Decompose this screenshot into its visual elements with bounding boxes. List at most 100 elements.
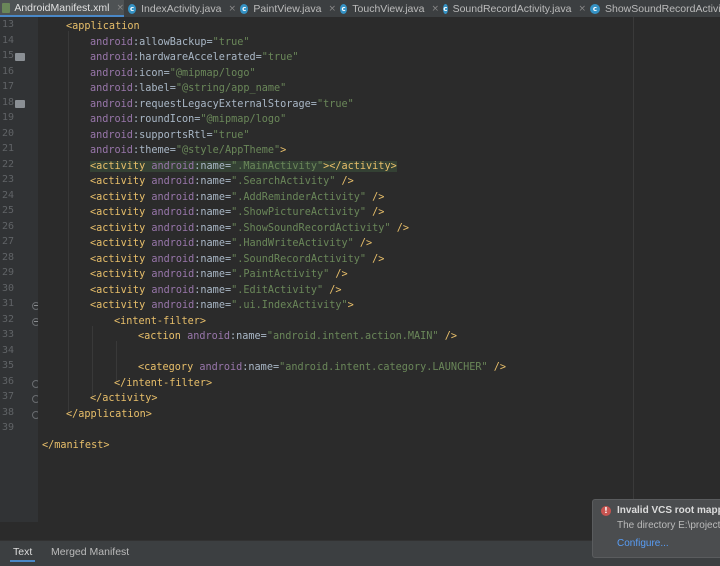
line-number: 38 (1, 406, 14, 418)
code-token: "@mipmap/logo" (200, 114, 287, 125)
code-token: ".EditActivity" (231, 284, 324, 296)
java-class-icon: c (340, 3, 348, 14)
java-class-icon: c (128, 3, 137, 14)
code-span: android:label="@string/app_name" (90, 83, 286, 94)
java-class-icon: c (590, 3, 600, 14)
code-token: android (151, 207, 195, 218)
editor-tab-label: PaintView.java (253, 2, 322, 15)
code-line: <activity android:name=".SearchActivity"… (90, 174, 354, 189)
close-tab-icon[interactable]: × (328, 4, 336, 14)
code-token: android (151, 284, 195, 296)
code-span: <activity android:name=".SoundRecordActi… (90, 254, 384, 265)
code-token: /> (323, 284, 342, 296)
vcs-notification-balloon: ! Invalid VCS root mapping The directory… (592, 499, 720, 558)
code-span: android:allowBackup="true" (90, 37, 249, 48)
line-number: 15 (1, 50, 14, 61)
code-line: android:label="@string/app_name" (90, 81, 286, 96)
code-token: /> (487, 362, 507, 373)
code-token: <activity (90, 222, 152, 234)
code-token: <activity (90, 300, 152, 311)
image-preview-icon[interactable] (15, 99, 25, 108)
code-token: android (90, 36, 133, 48)
line-number: 34 (1, 344, 14, 356)
code-token: /> (335, 176, 354, 187)
editor-tab-2[interactable]: c PaintView.java × (240, 0, 336, 17)
code-line: </intent-filter> (114, 376, 212, 391)
code-token: android (90, 67, 133, 79)
code-line: <activity android:name=".ShowPictureActi… (90, 205, 384, 220)
editor-tab-3[interactable]: c TouchView.java × (340, 0, 439, 17)
line-number: 23 (1, 174, 14, 185)
code-line: <activity android:name=".ShowSoundRecord… (90, 221, 409, 236)
code-span: <activity android:name=".ShowSoundRecord… (90, 223, 409, 234)
code-token: "android.intent.category.LAUNCHER" (279, 362, 488, 373)
tab-text[interactable]: Text (10, 544, 36, 562)
code-token: :name= (194, 253, 232, 265)
line-number: 14 (1, 34, 14, 46)
line-number: 25 (1, 205, 14, 216)
editor-tab-4[interactable]: c SoundRecordActivity.java × (443, 0, 586, 17)
close-tab-icon[interactable]: × (578, 4, 586, 14)
editor-tab-0[interactable]: AndroidManifest.xml × (0, 0, 124, 17)
code-token: :roundIcon= (132, 114, 201, 125)
code-token: :hardwareAccelerated= (132, 52, 262, 63)
code-token: :name= (194, 160, 232, 172)
code-token: android (90, 52, 133, 63)
close-tab-icon[interactable]: × (116, 3, 124, 13)
configure-link[interactable]: Configure... (617, 538, 669, 549)
code-token: android (151, 269, 195, 280)
code-line: android:roundIcon="@mipmap/logo" (90, 112, 286, 127)
code-token: > (347, 300, 354, 311)
highlighted-code-span: <activity android:name=".MainActivity"><… (90, 160, 397, 172)
code-token: "true" (212, 129, 250, 141)
code-token: <intent-filter> (114, 315, 207, 327)
xml-file-icon (2, 2, 11, 13)
code-span: </application> (66, 409, 152, 420)
code-token: :name= (194, 176, 232, 187)
line-number: 13 (1, 19, 14, 30)
code-line: <activity android:name=".MainActivity"><… (90, 159, 397, 174)
code-token: <category (138, 362, 200, 373)
code-token: :name= (194, 284, 232, 296)
code-token: <activity (90, 207, 152, 218)
code-line: <action android:name="android.intent.act… (138, 329, 457, 344)
line-number: 37 (1, 391, 14, 402)
close-tab-icon[interactable]: × (431, 4, 439, 14)
line-number: 36 (1, 375, 14, 387)
code-token: :name= (194, 191, 232, 203)
code-token: /> (366, 207, 385, 218)
editor-tab-1[interactable]: c IndexActivity.java × (128, 0, 236, 17)
code-token: "@string/app_name" (175, 83, 287, 94)
image-preview-icon[interactable] (15, 53, 25, 61)
line-number: 20 (1, 127, 14, 139)
code-token: android (199, 362, 243, 373)
code-token: </manifest> (42, 439, 110, 451)
code-span: android:roundIcon="@mipmap/logo" (90, 114, 286, 125)
code-token: "android.intent.action.MAIN" (266, 331, 439, 342)
close-tab-icon[interactable]: × (228, 4, 236, 14)
line-number: 29 (1, 267, 14, 278)
editor-tab-label: AndroidManifest.xml (14, 1, 110, 14)
code-span: <activity android:name=".ui.IndexActivit… (90, 300, 354, 311)
code-token: ".SoundRecordActivity" (231, 253, 367, 265)
line-number: 39 (1, 422, 14, 433)
code-token: :icon= (132, 67, 170, 79)
code-token: android (90, 129, 133, 141)
tab-merged-manifest[interactable]: Merged Manifest (48, 544, 132, 560)
code-token: android (151, 160, 195, 172)
code-token: :requestLegacyExternalStorage= (132, 98, 317, 110)
code-span: android:supportsRtl="true" (90, 130, 249, 141)
code-token: ".ui.IndexActivity" (231, 300, 348, 311)
code-token: "true" (316, 98, 354, 110)
editor-tab-label: IndexActivity.java (141, 2, 222, 15)
notification-title: Invalid VCS root mapping (617, 505, 720, 516)
editor-tab-5[interactable]: c ShowSoundRecordActivity (590, 0, 720, 17)
code-line: </activity> (90, 391, 157, 406)
code-line: android:hardwareAccelerated="true" (90, 50, 299, 65)
code-editor[interactable]: <application android:allowBackup="true" an… (38, 17, 720, 522)
code-span: android:theme="@style/AppTheme"> (90, 145, 286, 156)
code-token: ".AddReminderActivity" (231, 191, 367, 203)
line-number: 30 (1, 282, 14, 294)
code-token: android (90, 114, 133, 125)
code-span: <activity android:name=".HandWriteActivi… (90, 238, 372, 249)
